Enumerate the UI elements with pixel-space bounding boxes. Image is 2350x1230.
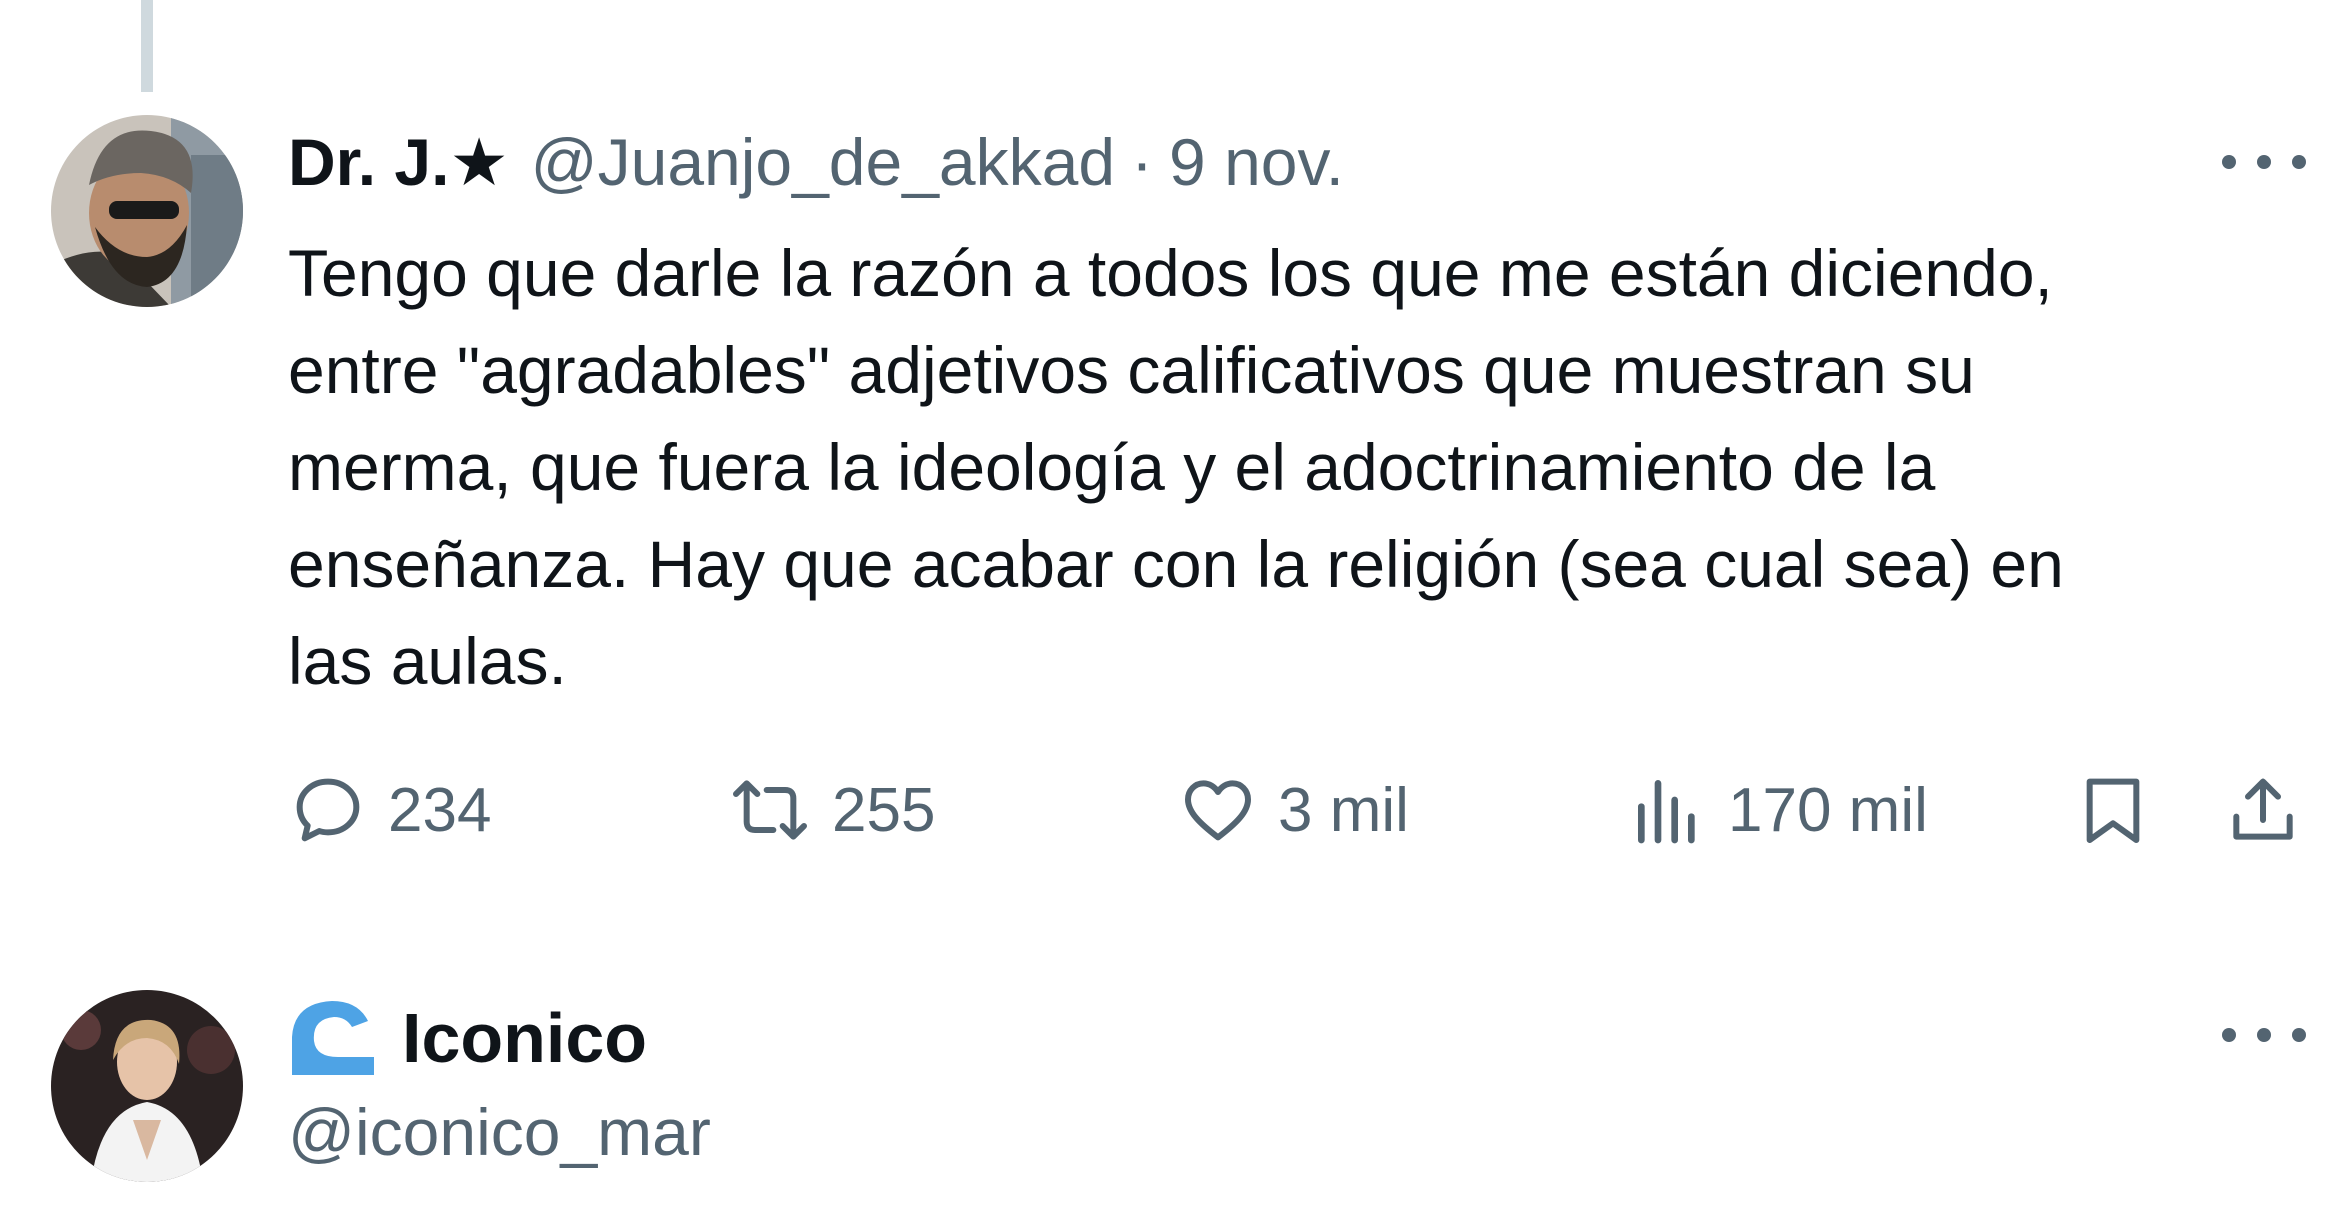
retweet-button[interactable]: 255 (728, 765, 935, 855)
author-badge-star: ★ (449, 125, 509, 199)
tweet-actions-bar: 234 255 3 mil 170 mil (288, 765, 2308, 855)
views-count: 170 mil (1728, 775, 1928, 845)
more-options-icon[interactable] (2222, 1015, 2306, 1055)
retweet-icon (733, 780, 807, 840)
profile-handle[interactable]: @iconico_mar (288, 1090, 711, 1174)
share-icon (2233, 778, 2293, 840)
tweet-text: Tengo que darle la razón a todos los que… (288, 236, 2064, 698)
tweet-timestamp[interactable]: 9 nov. (1169, 120, 1344, 204)
author-name[interactable]: Dr. J. (288, 120, 449, 204)
reply-icon (296, 778, 360, 842)
bookmark-icon (2086, 778, 2140, 843)
share-button[interactable] (2223, 765, 2303, 855)
reply-count: 234 (388, 775, 492, 845)
like-count: 3 mil (1278, 775, 1409, 845)
heart-icon (1185, 780, 1251, 841)
profile-name[interactable]: Iconico (402, 998, 647, 1078)
separator-dot: · (1131, 125, 1154, 199)
views-chart-icon (1638, 780, 1695, 844)
author-handle[interactable]: @Juanjo_de_akkad (531, 120, 1115, 204)
more-options-icon[interactable] (2222, 142, 2306, 182)
author-avatar[interactable] (51, 115, 243, 307)
bookmark-button[interactable] (2073, 765, 2153, 855)
tweet-header: Dr. J. ★ @Juanjo_de_akkad · 9 nov. (288, 120, 1344, 204)
views-button[interactable]: 170 mil (1628, 765, 1928, 855)
wave-logo-icon (292, 1001, 374, 1075)
thread-connector-line (141, 0, 153, 92)
profile-avatar[interactable] (51, 990, 243, 1182)
retweet-count: 255 (832, 775, 936, 845)
profile-name-row: Iconico (288, 993, 647, 1083)
like-button[interactable]: 3 mil (1178, 765, 1409, 855)
reply-button[interactable]: 234 (288, 765, 491, 855)
